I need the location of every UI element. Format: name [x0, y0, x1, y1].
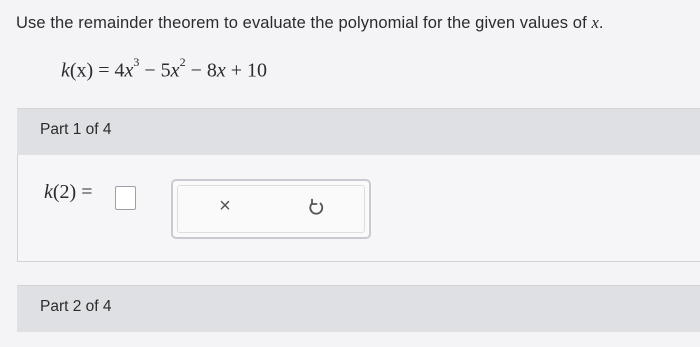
answer-input[interactable] [115, 186, 136, 210]
answer-label: k(2) = [44, 181, 93, 204]
answer-tools-inner [177, 185, 365, 233]
eq-c2: 5 [160, 59, 171, 82]
part-2-header[interactable]: Part 2 of 4 [17, 285, 700, 332]
answer-arg: (2) [52, 181, 77, 203]
answer-equals: = [81, 181, 93, 203]
question-variable: x [591, 13, 599, 32]
eq-equals: = [98, 59, 110, 82]
eq-e2: 2 [179, 55, 186, 69]
part-1-header[interactable]: Part 1 of 4 [17, 108, 700, 155]
eq-c4: 10 [247, 59, 268, 82]
clear-icon[interactable]: × [215, 195, 235, 217]
part-1-label: Part 1 of 4 [40, 121, 112, 138]
eq-c1: 4 [114, 59, 125, 82]
polynomial-equation: k(x) = 4x3 − 5x2 − 8x + 10 [61, 55, 268, 83]
eq-v3: x [216, 59, 226, 82]
answer-func: k [44, 181, 53, 203]
eq-v2: x [170, 59, 180, 82]
question-prompt: Use the remainder theorem to evaluate th… [16, 14, 587, 32]
question-period: . [598, 14, 604, 32]
eq-lhs-arg: (x) [69, 59, 94, 82]
eq-e1: 3 [133, 55, 140, 69]
part-2-label: Part 2 of 4 [40, 298, 112, 315]
eq-func: k [61, 59, 70, 82]
eq-op2: − [190, 59, 202, 82]
question-text: Use the remainder theorem to evaluate th… [16, 13, 604, 33]
eq-c3: 8 [206, 59, 217, 82]
undo-icon[interactable] [306, 197, 326, 217]
eq-op3: + [230, 59, 243, 82]
answer-tools-panel [171, 179, 371, 239]
eq-op1: − [144, 59, 156, 82]
